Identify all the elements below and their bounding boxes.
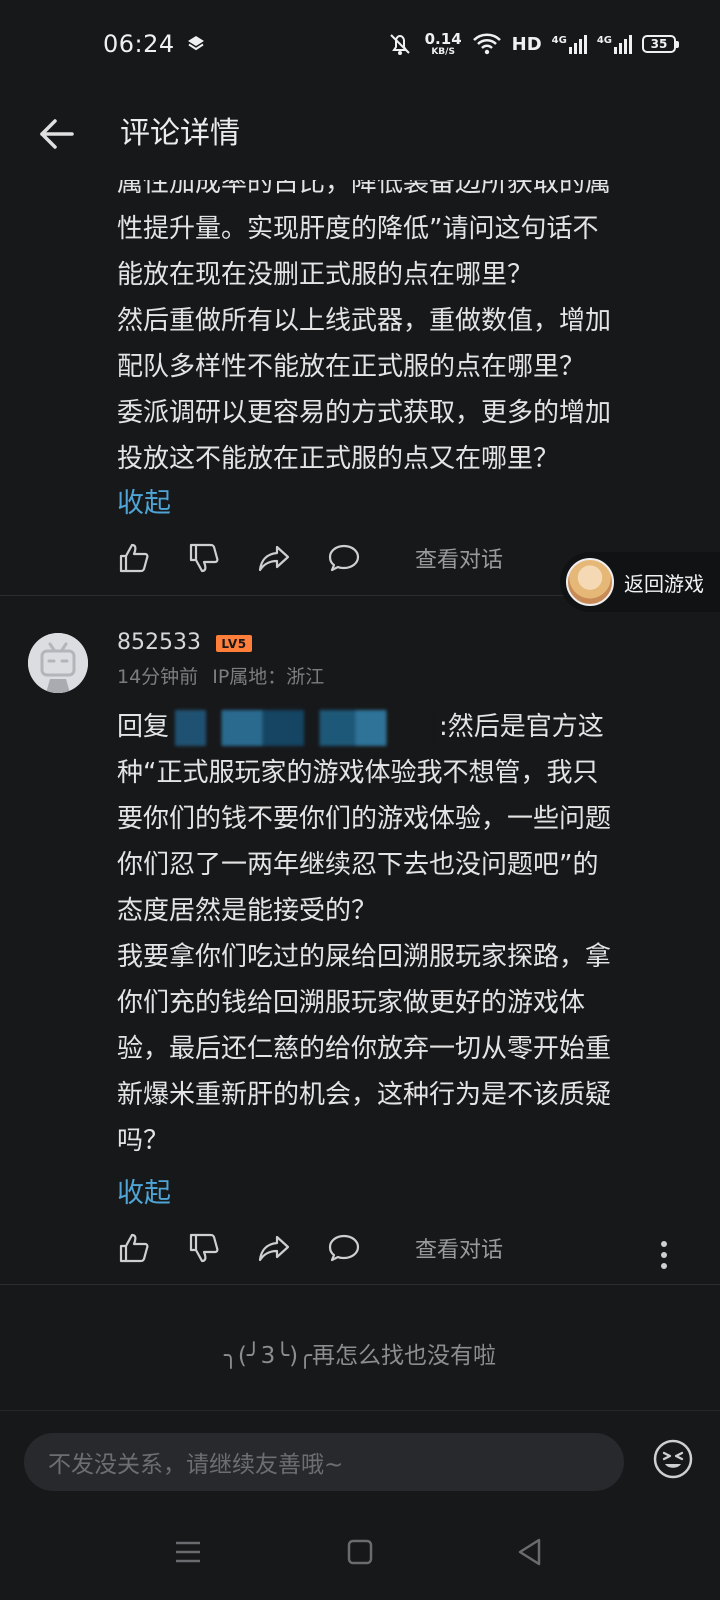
default-avatar-icon (28, 633, 88, 693)
comment-time: 14分钟前 (117, 666, 199, 688)
arrow-left-icon[interactable] (34, 112, 78, 156)
share-icon[interactable] (257, 541, 291, 575)
mute-bell-icon (389, 34, 410, 55)
collapse-link[interactable]: 收起 (117, 1171, 171, 1210)
comment-text: 回复:然后是官方这 种“正式服玩家的游戏体验我不想管，我只 要你们的钱不要你们的… (117, 704, 689, 1164)
view-chat-link[interactable]: 查看对话 (415, 542, 503, 574)
level-badge: LV5 (216, 635, 252, 652)
back-triangle-icon[interactable] (510, 1532, 550, 1572)
return-to-game-label: 返回游戏 (624, 571, 704, 596)
comment-list[interactable]: 属性加成率的占比，降低装备边所获取的属 性提升量。实现肝度的降低”请问这句话不 … (0, 180, 720, 1410)
end-of-list-message: ╮(╯3╰)╭再怎么找也没有啦 (224, 1343, 496, 1369)
thumbs-up-icon[interactable] (117, 541, 151, 575)
view-chat-link[interactable]: 查看对话 (415, 1232, 503, 1264)
header (0, 90, 720, 180)
hd-indicator: HD (511, 33, 542, 55)
thumbs-up-icon[interactable] (117, 1231, 151, 1265)
ip-location: IP属地：浙江 (212, 666, 325, 688)
thumbs-down-icon[interactable] (187, 541, 221, 575)
status-icons: 0.14 KB/S HD 4G 4G 35 (385, 28, 679, 60)
signal-1: 4G (552, 34, 587, 54)
page-title: 评论详情 (120, 116, 240, 151)
avatar[interactable] (28, 633, 88, 693)
system-nav-bar (0, 1510, 720, 1600)
home-icon[interactable] (340, 1532, 380, 1572)
more-vertical-icon[interactable] (660, 1240, 668, 1270)
emoji-icon[interactable] (652, 1438, 694, 1480)
share-icon[interactable] (257, 1231, 291, 1265)
comment-bar: 不发没关系，请继续友善哦~ (0, 1410, 720, 1510)
signal-2: 4G (597, 34, 632, 54)
blurred-username (175, 709, 434, 746)
status-time: 06:24 (103, 30, 175, 58)
return-to-game-button[interactable]: 返回游戏 (560, 552, 720, 612)
reply-line: 回复:然后是官方这 (117, 704, 689, 750)
username[interactable]: 852533 (117, 630, 201, 655)
comment-actions: 查看对话 (117, 1228, 687, 1268)
comment-bubble-icon[interactable] (327, 1231, 361, 1265)
collapse-link[interactable]: 收起 (117, 481, 171, 520)
divider (0, 1284, 720, 1285)
game-character-avatar (566, 558, 614, 606)
wifi-icon (472, 33, 501, 55)
layers-icon (188, 36, 204, 51)
comment-text: 属性加成率的占比，降低装备边所获取的属 性提升量。实现肝度的降低”请问这句话不 … (117, 180, 612, 474)
menu-icon[interactable] (168, 1532, 208, 1572)
thumbs-down-icon[interactable] (187, 1231, 221, 1265)
network-speed: 0.14 KB/S (424, 29, 462, 57)
battery-indicator: 35 (642, 35, 679, 53)
comment-meta: 14分钟前 IP属地：浙江 (117, 662, 324, 689)
comment-input[interactable]: 不发没关系，请继续友善哦~ (24, 1433, 624, 1491)
status-bar: 06:24 0.14 KB/S HD 4G 4G 35 (0, 0, 720, 90)
comment-bubble-icon[interactable] (327, 541, 361, 575)
